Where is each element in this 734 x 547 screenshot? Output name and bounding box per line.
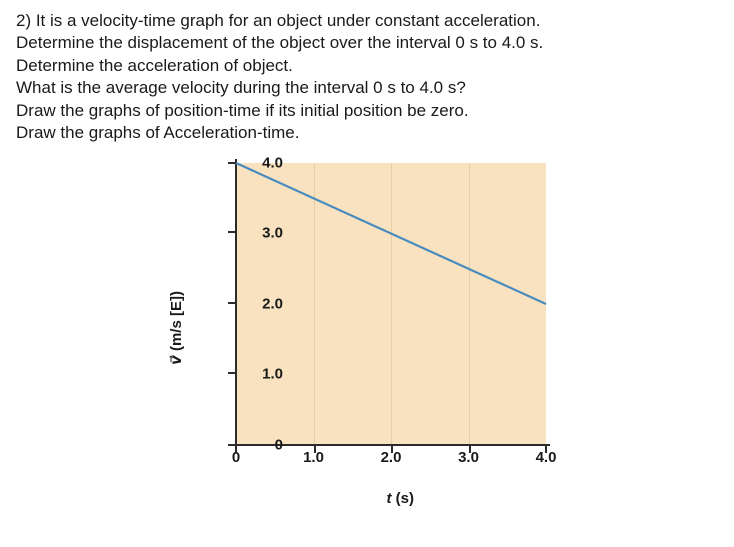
y-axis-units: (m/s [E]) [168,291,185,355]
y-tick-label: 3.0 [243,225,283,242]
question-line: Draw the graphs of Acceleration-time. [16,122,718,144]
x-tick-label: 3.0 [449,449,489,466]
y-tick [228,444,236,446]
y-axis-var: v⃗ [168,355,185,365]
x-tick-label: 1.0 [294,449,334,466]
question-text: 2) It is a velocity-time graph for an ob… [16,10,718,145]
y-axis-label: v⃗ (m/s [E]) [167,291,185,365]
y-tick [228,372,236,374]
question-line: Determine the acceleration of object. [16,55,718,77]
x-axis-units: (s) [392,490,415,507]
y-tick [228,231,236,233]
question-line: 2) It is a velocity-time graph for an ob… [16,10,718,32]
question-line: What is the average velocity during the … [16,77,718,99]
x-axis-label: t (s) [387,490,415,507]
x-tick-label: 0 [216,449,256,466]
x-tick-label: 2.0 [371,449,411,466]
velocity-time-chart: v⃗ (m/s [E]) 4.0 3.0 2.0 1.0 0 0 1.0 2.0… [182,153,602,503]
y-tick [228,302,236,304]
y-tick [228,162,236,164]
x-tick-label: 4.0 [526,449,566,466]
y-tick-label: 1.0 [243,366,283,383]
y-tick-label: 2.0 [243,295,283,312]
question-line: Draw the graphs of position-time if its … [16,100,718,122]
question-line: Determine the displacement of the object… [16,32,718,54]
y-tick-label: 4.0 [243,154,283,171]
